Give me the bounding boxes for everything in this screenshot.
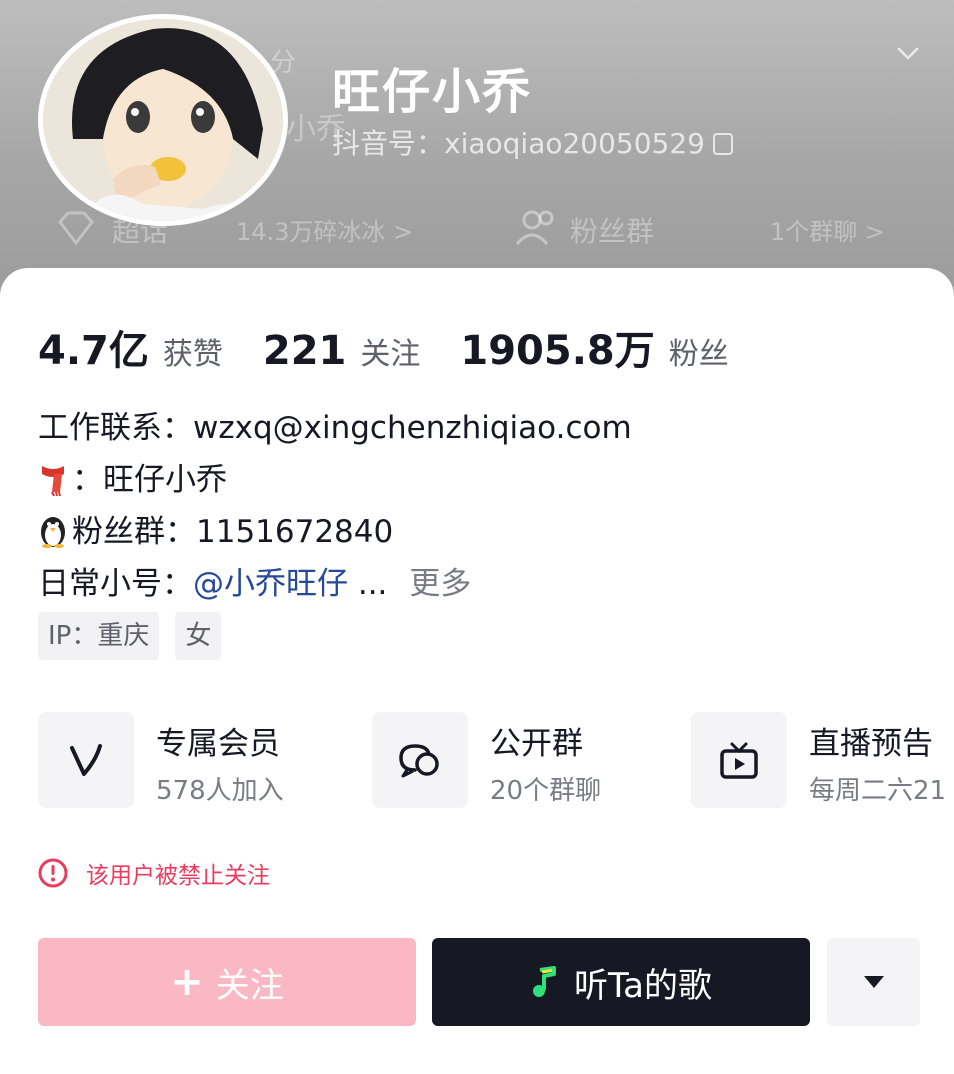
feature-live-title: 直播预告	[809, 726, 933, 762]
fans-group-icon	[515, 210, 554, 245]
tv-play-icon	[720, 742, 758, 779]
likes-count: 4.7亿	[38, 328, 149, 374]
followers-label[interactable]: 粉丝	[669, 329, 729, 373]
plus-icon: +	[170, 959, 204, 1005]
account-id-text: 抖音号：xiaoqiao20050529	[332, 127, 705, 160]
gender-tag: 女	[175, 612, 222, 660]
ghost-group-count: 1个群聊 >	[770, 218, 886, 246]
ghost-fans-group: 粉丝群	[570, 215, 655, 248]
account-id[interactable]: 抖音号：xiaoqiao20050529	[332, 122, 733, 162]
following-label[interactable]: 关注	[360, 329, 420, 373]
tags: IP：重庆 女	[38, 612, 237, 660]
feature-icon-box	[372, 712, 468, 808]
feature-icon-box	[38, 712, 134, 808]
bio-fans-group-text: 粉丝群：1151672840	[72, 514, 394, 550]
feature-vip-sub: 578人加入	[156, 776, 284, 806]
more-link[interactable]: 更多	[409, 566, 471, 602]
copy-icon[interactable]	[713, 133, 733, 155]
profile-name: 旺仔小乔	[332, 64, 533, 120]
listen-songs-button[interactable]: 听Ta的歌	[432, 938, 810, 1026]
feature-icon-box	[691, 712, 787, 808]
bio-line-alt-account: 日常小号：@小乔旺仔 ... 更多	[38, 558, 632, 610]
action-buttons: + 关注 听Ta的歌	[38, 938, 920, 1026]
feature-group-sub: 20个群聊	[490, 776, 602, 806]
scarf-icon	[42, 466, 64, 496]
stats-row: 4.7亿 获赞 221 关注 1905.8万 粉丝	[38, 318, 729, 376]
bio-alt-prefix: 日常小号：	[38, 566, 193, 602]
feature-vip[interactable]: 专属会员 578人加入	[38, 712, 338, 812]
feature-live-sub: 每周二六21	[809, 776, 947, 806]
feature-public-group[interactable]: 公开群 20个群聊	[372, 712, 672, 812]
caret-down-icon	[863, 976, 884, 988]
bio-line-alias: ：旺仔小乔	[38, 454, 632, 506]
ip-tag: IP：重庆	[38, 612, 160, 660]
avatar-illustration	[43, 19, 283, 221]
more-options-button[interactable]	[827, 938, 920, 1026]
bio-ellipsis: ...	[348, 566, 388, 602]
bio: 工作联系：wzxq@xingchenzhiqiao.com ：旺仔小乔 粉丝群：…	[38, 402, 632, 610]
chat-bubbles-icon	[399, 744, 439, 778]
followers-count[interactable]: 1905.8万	[460, 318, 654, 376]
feature-group-title: 公开群	[490, 726, 583, 762]
feature-live-preview[interactable]: 直播预告 每周二六21	[691, 712, 954, 812]
avatar[interactable]	[38, 14, 288, 226]
ghost-chaohua-count: 14.3万碎冰冰 >	[236, 218, 414, 246]
following-count[interactable]: 221	[263, 328, 347, 374]
feature-vip-title: 专属会员	[156, 726, 280, 762]
warning-text: 该用户被禁止关注	[86, 863, 270, 889]
follow-label: 关注	[215, 965, 284, 1006]
music-note-icon	[533, 966, 556, 997]
feature-cards: 专属会员 578人加入 公开群 20个群聊 直播预告 每周二六21	[38, 712, 954, 812]
bio-alias-text: ：旺仔小乔	[72, 462, 227, 498]
chevron-down-icon[interactable]	[895, 40, 921, 66]
profile-header: 分 小乔 超话 14.3万碎冰冰 > 粉丝群 1个群聊 > 旺仔小乔 抖音号：x…	[0, 0, 954, 300]
bio-line-contact: 工作联系：wzxq@xingchenzhiqiao.com	[38, 410, 632, 446]
profile-sheet: 4.7亿 获赞 221 关注 1905.8万 粉丝 工作联系：wzxq@xing…	[0, 268, 954, 1074]
mention-link[interactable]: @小乔旺仔	[193, 566, 348, 602]
likes-label: 获赞	[162, 337, 223, 372]
warning-icon	[38, 858, 68, 888]
follow-banned-notice: 该用户被禁止关注	[38, 856, 270, 890]
vip-v-icon	[70, 744, 102, 776]
follow-button[interactable]: + 关注	[38, 938, 416, 1026]
bio-line-fans-group: 粉丝群：1151672840	[38, 506, 632, 558]
penguin-icon	[41, 517, 65, 548]
listen-songs-label: 听Ta的歌	[574, 965, 712, 1006]
diamond-icon	[58, 211, 94, 246]
